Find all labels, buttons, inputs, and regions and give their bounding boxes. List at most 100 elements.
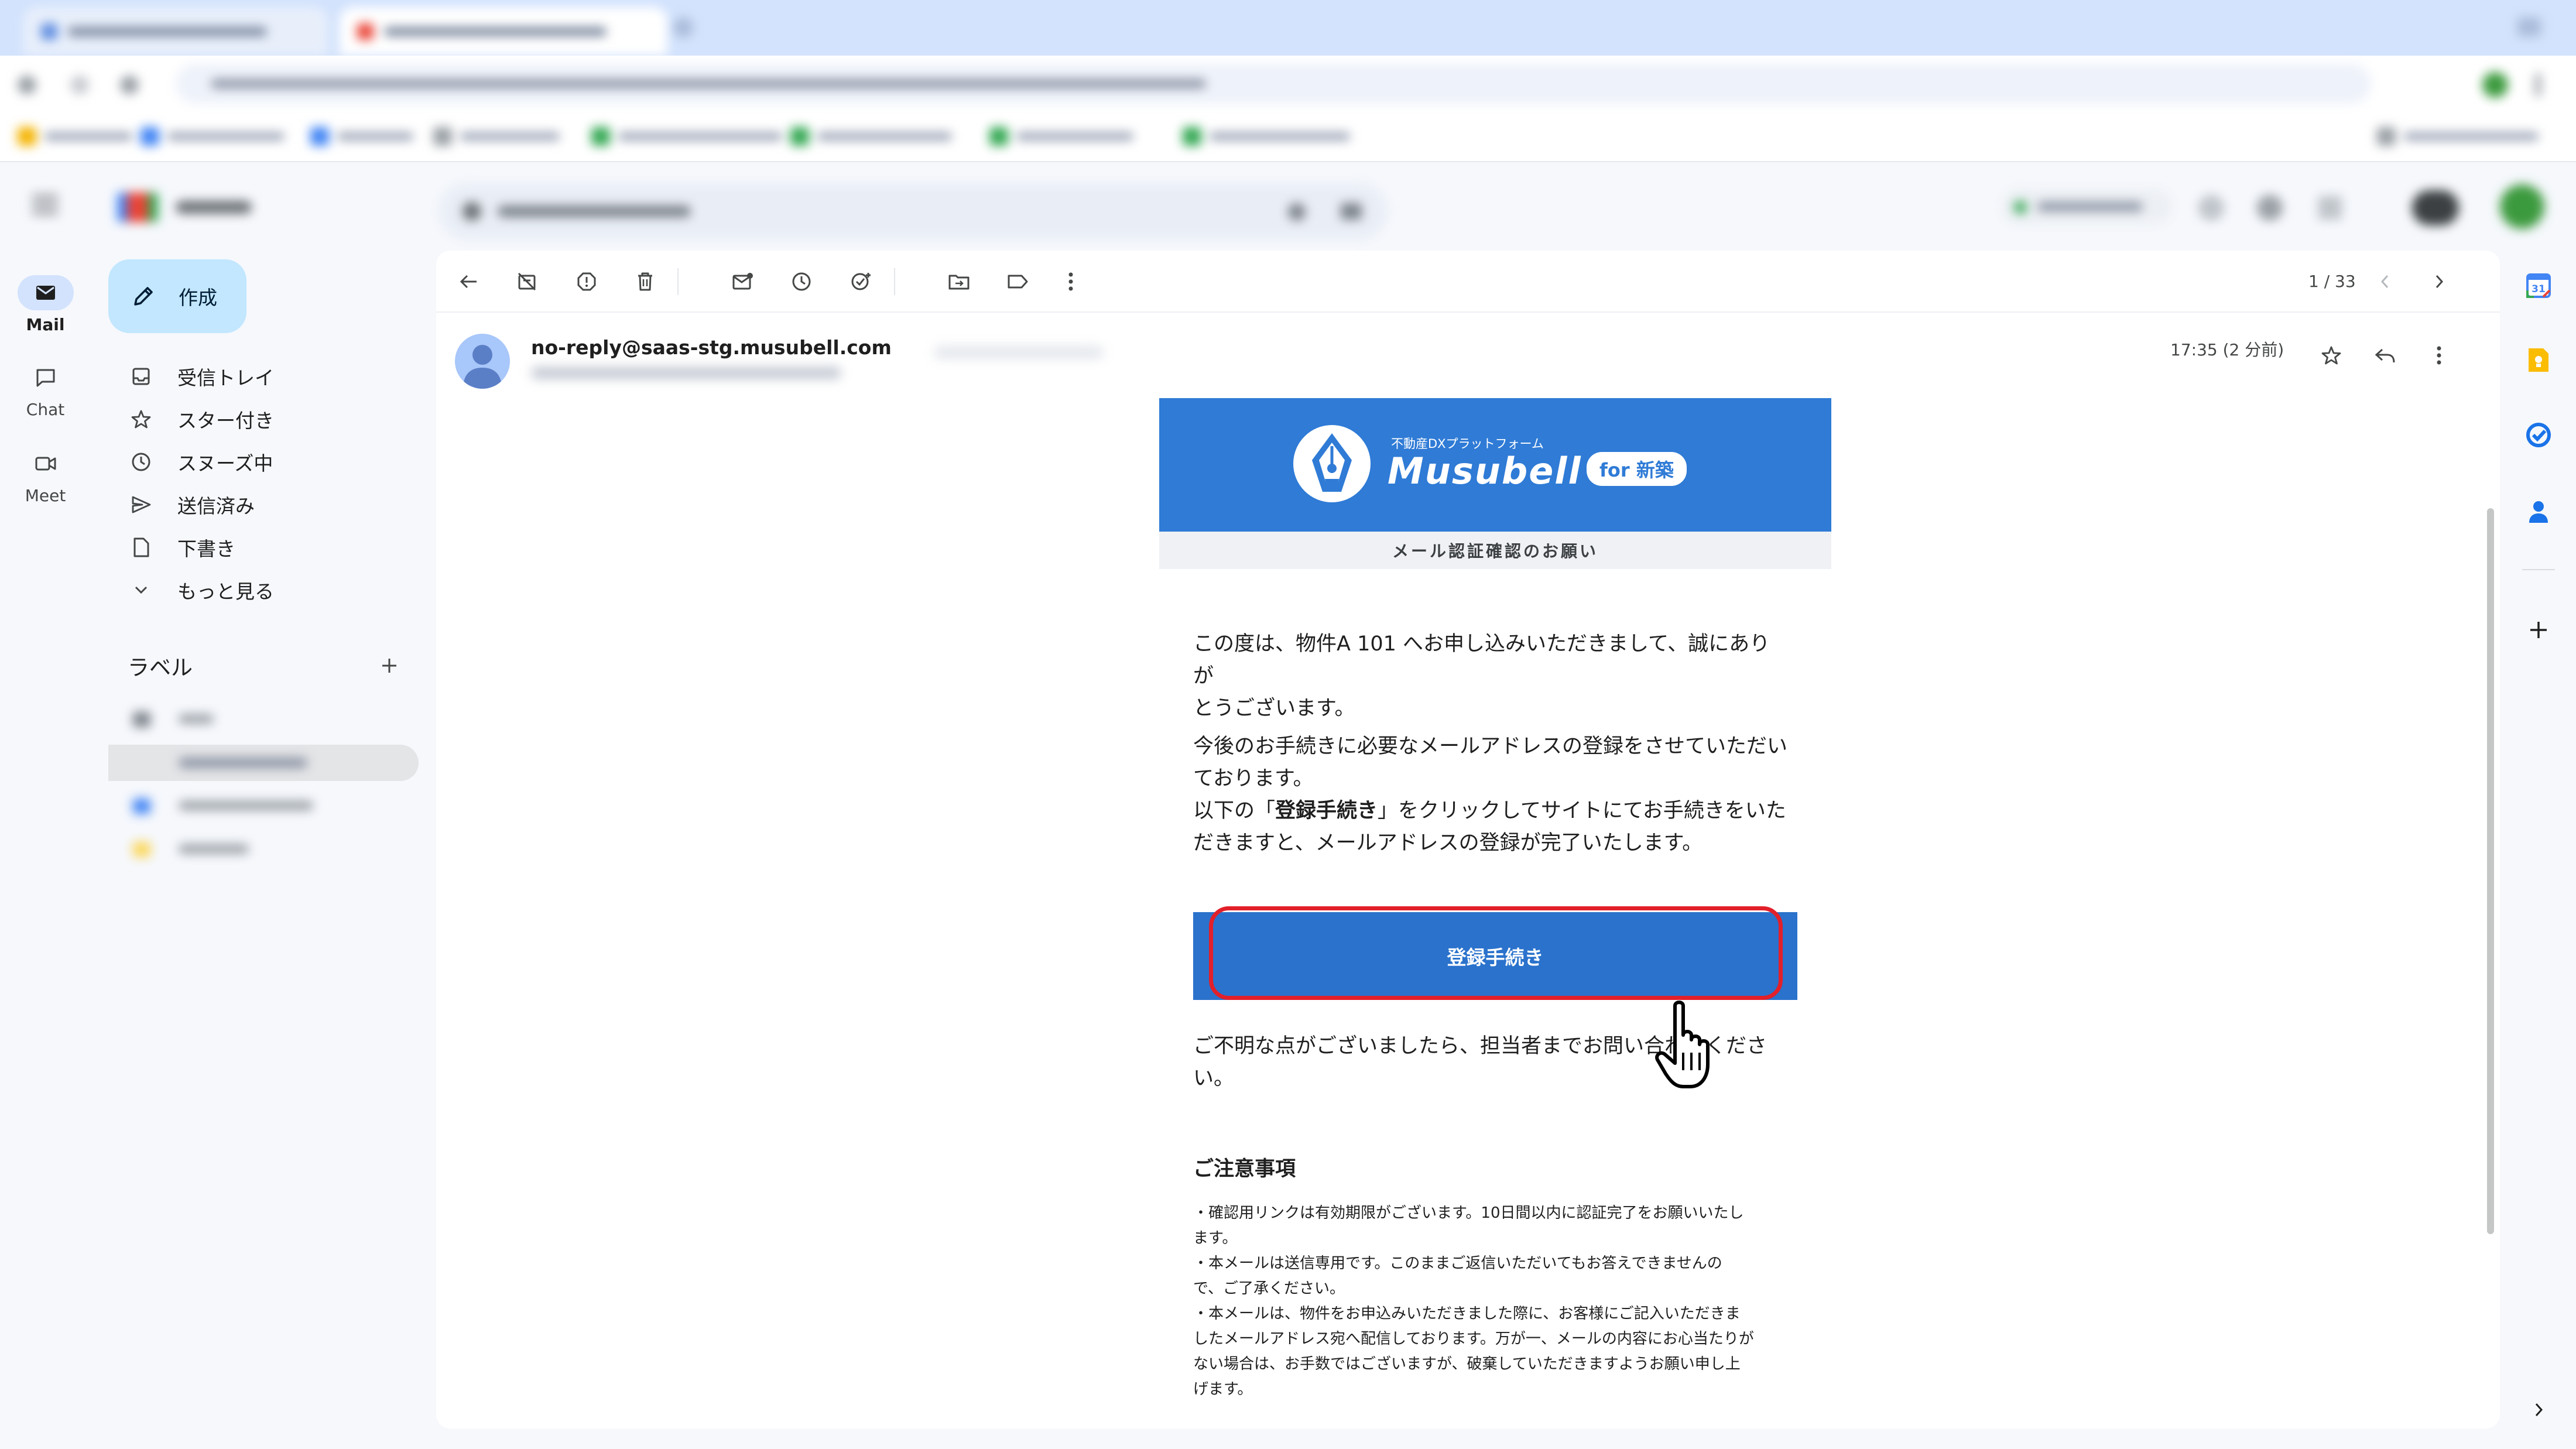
scrollbar[interactable] — [2487, 508, 2494, 1234]
rail-chat[interactable]: Chat — [0, 360, 91, 419]
bookmark-item[interactable] — [433, 127, 560, 146]
message-timestamp: 17:35 (2 分前) — [2170, 340, 2284, 359]
labels-button[interactable] — [1001, 265, 1034, 299]
nav-item-drafts[interactable]: 下書き — [108, 528, 413, 567]
move-to-folder-icon — [948, 275, 970, 290]
star-message-button[interactable] — [2314, 338, 2348, 372]
label-item[interactable] — [108, 701, 419, 738]
star-icon — [2321, 346, 2341, 365]
email-subtitle-band: メール認証確認のお願い — [1159, 532, 1831, 569]
calendar-day: 31 — [2532, 283, 2546, 295]
bookmark-item[interactable] — [310, 127, 413, 146]
show-side-panel-button[interactable] — [2522, 1393, 2555, 1426]
account-switcher[interactable] — [2412, 190, 2459, 225]
label-item-selected[interactable] — [108, 745, 419, 781]
mark-unread-button[interactable] — [726, 265, 760, 299]
reload-icon[interactable] — [120, 76, 139, 94]
new-tab-icon[interactable] — [673, 18, 693, 37]
nav-item-starred[interactable]: スター付き — [108, 400, 413, 439]
bookmark-item[interactable] — [591, 127, 782, 146]
tasks-icon — [2526, 423, 2551, 447]
video-camera-icon — [35, 457, 56, 471]
nav-item-label: 下書き — [177, 537, 235, 560]
report-spam-button[interactable] — [570, 265, 604, 299]
delete-button[interactable] — [628, 265, 662, 299]
bookmark-item[interactable] — [18, 127, 132, 146]
register-button-label: 登録手続き — [1447, 946, 1544, 969]
pencil-icon — [134, 287, 153, 306]
clock-icon — [792, 272, 811, 291]
sender-avatar[interactable] — [455, 334, 510, 389]
snooze-button[interactable] — [785, 265, 818, 299]
reply-button[interactable] — [2368, 338, 2402, 372]
toolbar-divider — [677, 268, 679, 295]
forward-nav-icon[interactable] — [70, 76, 89, 94]
more-options-button[interactable] — [1054, 265, 1088, 299]
bookmarks-bar — [0, 114, 2576, 162]
tasks-app-button[interactable] — [2522, 419, 2555, 451]
archive-button[interactable] — [510, 265, 544, 299]
chevron-left-icon — [2380, 275, 2389, 289]
browser-tab-active[interactable] — [340, 7, 667, 56]
sender-address[interactable]: no-reply@saas-stg.musubell.com — [531, 336, 892, 359]
rail-mail-label: Mail — [26, 315, 65, 334]
unsubscribe-link[interactable] — [934, 345, 1104, 359]
avatar[interactable] — [2500, 184, 2544, 229]
browser-tab-strip — [0, 0, 2576, 56]
recipient-details[interactable] — [531, 366, 841, 379]
compose-button[interactable]: 作成 — [108, 259, 246, 333]
status-indicator[interactable] — [2002, 189, 2172, 224]
bookmark-item[interactable] — [141, 127, 285, 146]
plus-icon — [382, 659, 396, 673]
rail-meet[interactable]: Meet — [0, 446, 91, 505]
nav-item-more[interactable]: もっと見る — [108, 571, 413, 609]
register-button[interactable]: 登録手続き — [1193, 912, 1797, 1000]
nav-item-label: 受信トレイ — [177, 366, 274, 389]
nav-item-snoozed[interactable]: スヌーズ中 — [108, 443, 413, 481]
nav-item-sent[interactable]: 送信済み — [108, 485, 413, 524]
email-paragraph: この度は、物件A 101 へお申し込みいただきまして、誠にありが とうございます… — [1193, 628, 1790, 725]
get-addons-button[interactable] — [2522, 614, 2555, 646]
message-more-button[interactable] — [2422, 338, 2456, 372]
address-bar[interactable] — [176, 64, 2371, 104]
back-nav-icon[interactable] — [18, 76, 36, 94]
gmail-logo[interactable] — [117, 189, 293, 224]
keep-app-button[interactable] — [2522, 344, 2555, 376]
add-task-icon — [851, 273, 871, 290]
email-text-line: 今後のお手続きに必要なメールアドレスの登録をさせていただい — [1193, 735, 1788, 758]
mail-icon — [36, 286, 55, 300]
bookmark-item[interactable] — [790, 127, 952, 146]
settings-icon[interactable] — [2257, 195, 2283, 221]
note-line: で、ご了承ください。 — [1193, 1280, 1345, 1297]
browser-toolbar — [0, 56, 2576, 114]
inbox-icon — [129, 365, 153, 388]
rail-chat-label: Chat — [26, 400, 65, 419]
move-to-button[interactable] — [942, 265, 976, 299]
bookmark-item[interactable] — [989, 127, 1133, 146]
back-button[interactable] — [452, 265, 486, 299]
chevron-right-icon — [2435, 275, 2444, 289]
gmail-header — [0, 161, 2576, 249]
note-line: げます。 — [1193, 1381, 1253, 1398]
older-button[interactable] — [2422, 265, 2456, 299]
help-icon[interactable] — [2198, 195, 2224, 221]
apps-grid-icon[interactable] — [2318, 196, 2342, 220]
calendar-app-button[interactable]: 31 — [2522, 269, 2555, 302]
main-menu-icon[interactable] — [32, 195, 58, 215]
plus-icon — [2530, 622, 2547, 638]
label-item[interactable] — [108, 831, 419, 868]
search-input[interactable] — [439, 183, 1388, 239]
newer-button[interactable] — [2368, 265, 2402, 299]
add-to-tasks-button[interactable] — [844, 265, 878, 299]
bookmark-item[interactable] — [2377, 127, 2539, 146]
rail-mail[interactable]: Mail — [0, 275, 91, 334]
chat-icon — [36, 369, 54, 387]
browser-tab[interactable] — [23, 7, 328, 56]
nav-item-inbox[interactable]: 受信トレイ — [108, 357, 413, 396]
contacts-app-button[interactable] — [2522, 495, 2555, 527]
email-text-line: だきますと、メールアドレスの登録が完了いたします。 — [1193, 831, 1703, 855]
brand-name: Musubell — [1388, 450, 1582, 492]
add-label-button[interactable] — [375, 651, 404, 680]
bookmark-item[interactable] — [1183, 127, 1350, 146]
label-item[interactable] — [108, 788, 419, 824]
